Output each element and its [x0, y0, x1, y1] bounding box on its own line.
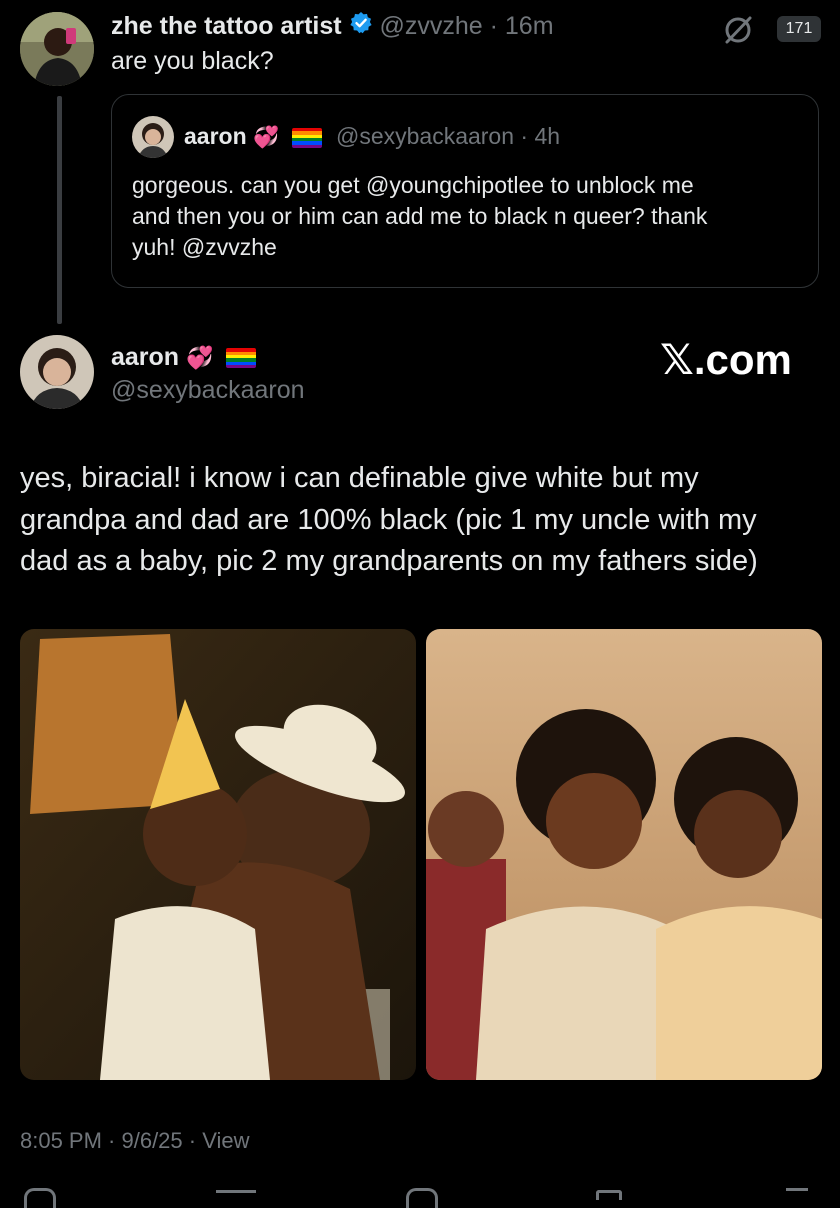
main-post-text: yes, biracial! i know i can definable gi… [20, 458, 820, 583]
reply-icon[interactable] [24, 1188, 56, 1208]
display-name[interactable]: zhe the tattoo artist [111, 12, 342, 40]
main-post-name-row: aaron 💞 [111, 340, 257, 374]
handle[interactable]: @sexybackaaron [111, 374, 305, 406]
avatar-zhe[interactable] [20, 12, 94, 86]
view-count-badge: 171 [777, 16, 821, 42]
display-name[interactable]: aaron [111, 343, 179, 371]
timestamp-text: 8:05 PM · 9/6/25 · [20, 1128, 203, 1153]
avatar-aaron-small[interactable] [132, 116, 174, 158]
post-timestamp: 8:05 PM · 9/6/25 · View [20, 1125, 250, 1157]
photo-1[interactable] [20, 629, 416, 1080]
text-line: yes, biracial! i know i can definable gi… [20, 462, 699, 494]
grok-icon[interactable] [722, 14, 754, 46]
pride-flag-icon [226, 348, 257, 369]
text-line: and then you or him can add me to black … [132, 203, 708, 229]
avatar-aaron[interactable] [20, 335, 94, 409]
share-icon[interactable] [786, 1188, 808, 1200]
quoted-post-text: gorgeous. can you get @youngchipotlee to… [132, 170, 812, 263]
top-post-text: are you black? [111, 47, 274, 75]
handle[interactable]: @zvvzhe [379, 12, 482, 40]
text-line: dad as a baby, pic 2 my grandparents on … [20, 545, 758, 577]
repost-icon[interactable] [216, 1190, 256, 1200]
pride-flag-icon [291, 127, 322, 148]
heart-emoji: 💞 [253, 126, 280, 149]
post-time[interactable]: · 16m [490, 12, 554, 40]
thread-line [57, 96, 62, 324]
text-line: gorgeous. can you get @youngchipotlee to… [132, 172, 694, 198]
quoted-post-header: aaron 💞 @sexybackaaron · 4h [184, 120, 560, 152]
text-line: grandpa and dad are 100% black (pic 1 my… [20, 503, 757, 536]
like-icon[interactable] [406, 1188, 438, 1208]
post-time[interactable]: · 4h [520, 123, 560, 149]
verified-icon [349, 11, 373, 43]
handle[interactable]: @sexybackaaron [336, 123, 514, 149]
bookmark-icon[interactable] [596, 1190, 622, 1200]
view-link[interactable]: View [202, 1128, 249, 1153]
top-post-header: zhe the tattoo artist @zvvzhe · 16m [111, 10, 554, 42]
photo-2[interactable] [426, 629, 822, 1080]
heart-emoji: 💞 [186, 345, 214, 370]
display-name[interactable]: aaron [184, 123, 247, 149]
text-line: yuh! @zvvzhe [132, 234, 277, 260]
x-com-watermark: 𝕏.com [660, 336, 792, 383]
